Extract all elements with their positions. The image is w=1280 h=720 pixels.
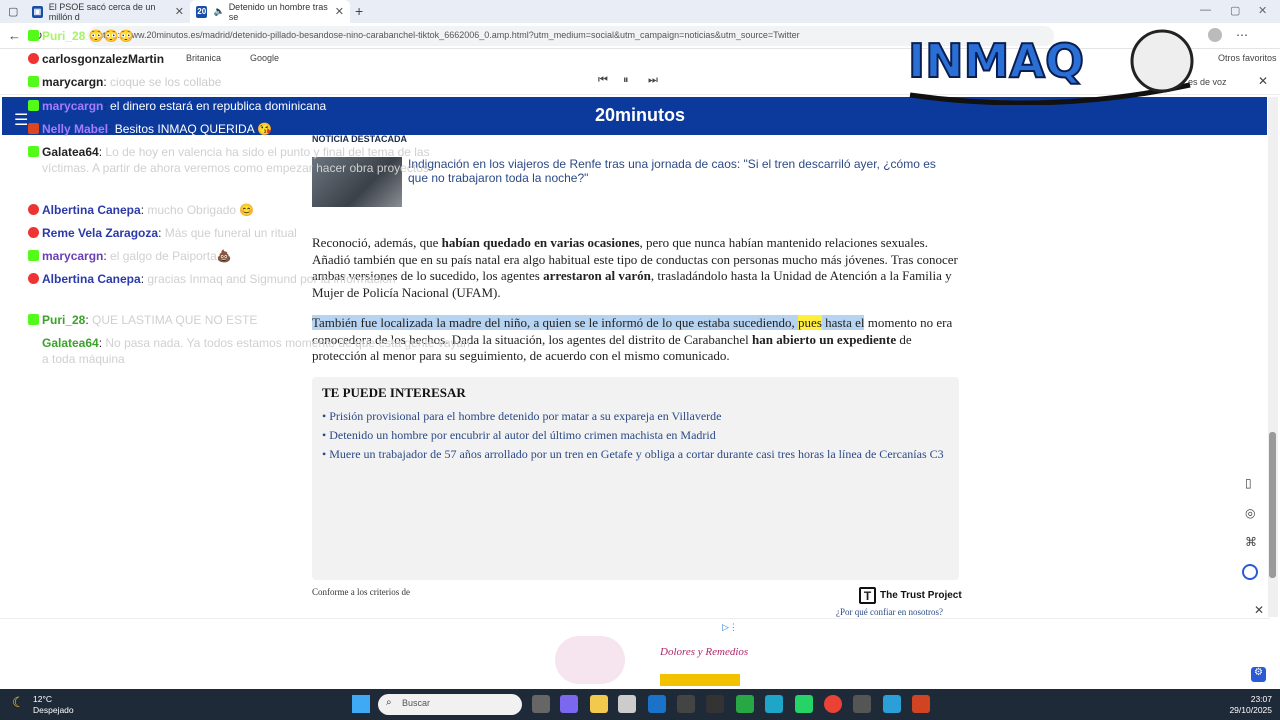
youtube-icon <box>28 53 39 64</box>
site-favicon-icon: 20 <box>196 5 208 18</box>
trust-project-name[interactable]: The Trust Project <box>880 590 962 601</box>
powerpoint-icon[interactable] <box>912 695 930 713</box>
youtube-icon <box>28 204 39 215</box>
chat-message: Puri_28: QUE LASTIMA QUE NO ESTE <box>28 312 472 328</box>
kick-icon <box>28 250 39 261</box>
close-reader-icon[interactable]: ✕ <box>1258 74 1268 88</box>
chat-message: Albertina Canepa: mucho Obrigado 😊 <box>28 202 472 218</box>
previous-icon[interactable]: ⏮ <box>598 74 608 87</box>
store-icon[interactable] <box>618 695 636 713</box>
other-favorites[interactable]: Otros favoritos <box>1218 53 1277 63</box>
taskbar <box>0 689 1280 720</box>
kick-icon <box>28 100 39 111</box>
menu-icon[interactable]: ☰ <box>14 110 28 130</box>
trust-project-icon: T <box>859 587 876 604</box>
command-icon[interactable]: ⌘ <box>1245 535 1257 549</box>
settings-icon[interactable]: ⚙ <box>1251 667 1266 682</box>
site-favicon-icon: ▣ <box>32 5 43 18</box>
inmaq-logo-text: INMAQ <box>908 34 1084 88</box>
moon-icon: ☾ <box>12 694 25 710</box>
tab-actions-icon[interactable]: ▢ <box>8 5 18 18</box>
chat-message: marycargn: el galgo de Paiporta💩 <box>28 248 472 264</box>
assistant-icon[interactable] <box>1242 564 1258 580</box>
taskbar-search[interactable]: Buscar <box>378 694 522 715</box>
podcast-icon[interactable]: ◎ <box>1245 506 1255 520</box>
youtube-icon <box>28 123 39 134</box>
youtube-icon <box>28 273 39 284</box>
scrollbar-thumb[interactable] <box>1269 432 1276 578</box>
close-ad-icon[interactable]: ✕ <box>1254 603 1264 617</box>
app-icon[interactable] <box>853 695 871 713</box>
chat-message: carlosgonzalezMartin <box>28 51 472 67</box>
article-paragraph: Reconoció, además, que habían quedado en… <box>312 235 958 300</box>
trust-link[interactable]: ¿Por qué confiar en nosotros? <box>836 607 943 617</box>
chat-message: Reme Vela Zaragoza: Más que funeral un r… <box>28 225 472 241</box>
close-icon[interactable]: ✕ <box>175 5 184 18</box>
task-view-icon[interactable] <box>532 695 550 713</box>
inmaq-logo: INMAQ <box>907 29 1194 105</box>
ad-banner[interactable] <box>0 618 1270 688</box>
telegram-icon[interactable] <box>883 695 901 713</box>
windows-start-icon[interactable] <box>352 695 370 713</box>
tab-detenido[interactable]: 20 🔈 Detenido un hombre tras se ✕ <box>190 0 350 23</box>
minimize-icon[interactable]: — <box>1200 4 1211 16</box>
kick-icon <box>28 76 39 87</box>
outlook-icon[interactable] <box>648 695 666 713</box>
edge-icon[interactable] <box>765 695 783 713</box>
ad-illustration <box>555 636 625 684</box>
teams-icon[interactable] <box>560 695 578 713</box>
weather-widget[interactable]: 12°C Despejado <box>33 694 74 716</box>
kick-icon <box>28 314 39 325</box>
chat-message: Puri_28:😳😳😳 <box>28 28 472 44</box>
trust-caption: Conforme a los criterios de <box>312 587 410 597</box>
pause-icon[interactable]: ⏸ <box>623 74 629 87</box>
next-icon[interactable]: ⏭ <box>648 74 658 87</box>
close-window-icon[interactable]: ✕ <box>1258 4 1267 17</box>
ad-brand: Dolores y Remedios <box>660 646 749 658</box>
back-icon[interactable]: ← <box>8 28 21 43</box>
more-icon[interactable]: ⋯ <box>1236 28 1248 42</box>
related-link[interactable]: • Detenido un hombre por encubrir al aut… <box>322 427 950 443</box>
speaker-icon[interactable]: 🔈 <box>213 6 224 17</box>
chat-message: marycargn: cioque se los collabe <box>28 74 472 90</box>
related-link[interactable]: • Muere un trabajador de 57 años arrolla… <box>322 446 950 462</box>
chat-message: Galatea64: No pasa nada. Ya todos estamo… <box>42 335 472 371</box>
app-icon[interactable] <box>677 695 695 713</box>
related-link[interactable]: • Prisión provisional para el hombre det… <box>322 408 950 424</box>
chat-message: Nelly Mabel: Besitos INMAQ QUERIDA 😘 <box>28 121 472 137</box>
search-icon: ⌕ <box>386 697 392 708</box>
tab-label: El PSOE sacó cerca de un millón d <box>48 1 156 22</box>
kick-icon <box>28 146 39 157</box>
site-logo[interactable]: 20minutos <box>560 105 720 126</box>
ad-info-icon[interactable]: ▷⋮ <box>722 622 738 633</box>
app-icon[interactable] <box>736 695 754 713</box>
file-explorer-icon[interactable] <box>590 695 608 713</box>
chat-message: Albertina Canepa: gracias Inmaq and Sigm… <box>28 271 472 287</box>
chrome-icon[interactable] <box>824 695 842 713</box>
featured-title-link[interactable]: Indignación en los viajeros de Renfe tra… <box>408 157 958 185</box>
chat-message: Galatea64: Lo de hoy en valencia ha sido… <box>28 144 472 176</box>
youtube-icon <box>28 227 39 238</box>
tab-label: Detenido un hombre tras se <box>228 1 328 22</box>
related-title: TE PUEDE INTERESAR <box>322 385 466 400</box>
clock[interactable]: 23:07 29/10/2025 <box>1216 694 1272 716</box>
ad-flag <box>660 674 740 686</box>
kick-icon <box>28 30 39 41</box>
whatsapp-icon[interactable] <box>795 695 813 713</box>
tab-psoe[interactable]: ▣ El PSOE sacó cerca de un millón d ✕ <box>26 0 190 23</box>
chat-message: marycargn: el dinero estará en republica… <box>28 98 472 114</box>
app-icon[interactable] <box>706 695 724 713</box>
avatar[interactable] <box>1208 28 1222 42</box>
book-icon[interactable]: ▯ <box>1245 476 1252 490</box>
new-tab-button[interactable]: + <box>355 3 363 19</box>
close-icon[interactable]: ✕ <box>335 5 344 18</box>
maximize-icon[interactable]: ▢ <box>1230 4 1240 17</box>
